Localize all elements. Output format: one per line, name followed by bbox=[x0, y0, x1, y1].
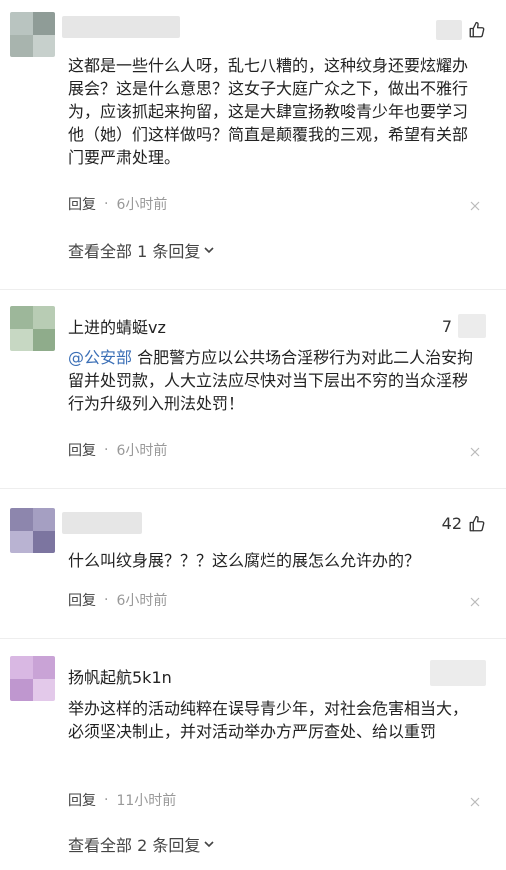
divider bbox=[0, 289, 506, 290]
timestamp: 6小时前 bbox=[116, 593, 168, 609]
timestamp: 6小时前 bbox=[116, 197, 168, 213]
chevron-down-icon bbox=[204, 247, 214, 254]
view-all-replies-button[interactable]: 查看全部 2 条回复 bbox=[68, 832, 216, 856]
comment-text: 这都是一些什么人呀，乱七八糟的，这种纹身还要炫耀办展会？这是什么意思？这女子大庭… bbox=[68, 56, 469, 167]
comment-text: 什么叫纹身展？？？这么腐烂的展怎么允许办的？ bbox=[68, 551, 421, 570]
thumbs-up-icon bbox=[469, 21, 485, 38]
divider bbox=[0, 488, 506, 489]
comment-meta: 回复 · 6小时前 bbox=[68, 590, 168, 610]
username[interactable]: 上进的蜻蜓vz bbox=[68, 314, 166, 338]
like-button[interactable]: 42 bbox=[442, 514, 486, 533]
close-icon[interactable] bbox=[470, 797, 480, 807]
like-count: 42 bbox=[441, 514, 462, 533]
close-icon[interactable] bbox=[470, 201, 480, 211]
avatar[interactable] bbox=[10, 508, 55, 553]
close-icon[interactable] bbox=[470, 447, 480, 457]
reply-button[interactable]: 回复 bbox=[68, 194, 96, 214]
comment-meta: 回复 · 6小时前 bbox=[68, 440, 168, 460]
reply-button[interactable]: 回复 bbox=[68, 790, 96, 810]
username-redacted bbox=[62, 512, 142, 534]
like-button[interactable] bbox=[430, 660, 486, 686]
avatar[interactable] bbox=[10, 306, 55, 351]
like-count: 7 bbox=[441, 316, 452, 336]
like-area-redacted bbox=[430, 660, 486, 686]
timestamp: 11小时前 bbox=[116, 793, 177, 809]
avatar[interactable] bbox=[10, 656, 55, 701]
username[interactable]: 扬帆起航5k1n bbox=[68, 664, 172, 688]
view-all-replies-button[interactable]: 查看全部 1 条回复 bbox=[68, 238, 216, 262]
thumbs-up-icon bbox=[469, 515, 485, 531]
like-icon-redacted bbox=[458, 314, 486, 338]
timestamp: 6小时前 bbox=[116, 443, 168, 459]
reply-button[interactable]: 回复 bbox=[68, 440, 96, 460]
username-redacted bbox=[62, 16, 180, 38]
like-button[interactable]: 7 bbox=[442, 314, 486, 338]
reply-button[interactable]: 回复 bbox=[68, 590, 96, 610]
avatar[interactable] bbox=[10, 12, 55, 57]
like-count-redacted bbox=[436, 20, 462, 40]
mention-link[interactable]: @公安部 bbox=[68, 348, 132, 367]
comment-text: @公安部 合肥警方应以公共场合淫秽行为对此二人治安拘留并处罚款，人大立法应尽快对… bbox=[68, 348, 474, 413]
like-button[interactable] bbox=[436, 20, 486, 40]
comment-text: 举办这样的活动纯粹在误导青少年，对社会危害相当大，必须坚决制止，并对活动举办方严… bbox=[68, 699, 469, 741]
close-icon[interactable] bbox=[470, 597, 480, 607]
comment-meta: 回复 · 6小时前 bbox=[68, 194, 168, 214]
divider bbox=[0, 638, 506, 639]
comment-meta: 回复 · 11小时前 bbox=[68, 790, 177, 810]
chevron-down-icon bbox=[204, 841, 214, 848]
